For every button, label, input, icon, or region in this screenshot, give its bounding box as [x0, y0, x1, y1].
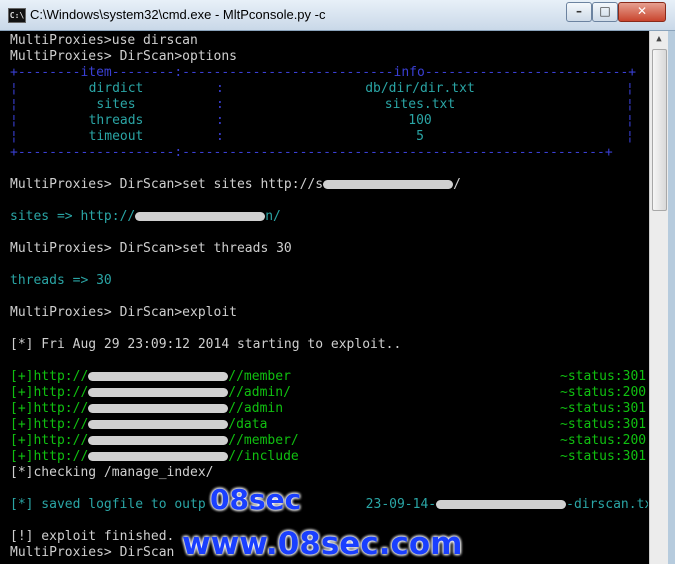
watermark-url: www.08sec.com [182, 526, 463, 562]
option-item: timeout [88, 129, 144, 144]
result-prefix: [+]http:// [10, 417, 89, 432]
option-info: 5 [416, 129, 424, 144]
watermark-logo: 08sec [210, 483, 302, 516]
result-status: ~status:200 [560, 385, 647, 400]
result-status: ~status:301 [560, 401, 647, 416]
cmd-set-sites-text: MultiProxies> DirScan>set sites http://s [10, 177, 324, 192]
saved-head: [*] saved logfile to outp [10, 497, 206, 512]
cmd-set-threads-line: MultiProxies> DirScan>set threads 30 [10, 241, 292, 256]
redacted-host [88, 420, 229, 429]
redacted-host [88, 436, 229, 445]
redacted-host [88, 404, 229, 413]
option-info: db/dir/dir.txt [365, 81, 475, 96]
saved-logfile-line: [*] saved logfile to outp 23-09-14- -dirsc… [10, 497, 648, 513]
vertical-scrollbar[interactable]: ▲ [649, 31, 668, 564]
table-border-right: ¦ [626, 81, 634, 96]
table-border-top: +--------item--------:------------------… [10, 65, 637, 80]
scan-result-row: [+]http:// //admin/ [10, 385, 291, 401]
sites-result-line: sites => http:// n/ [10, 209, 281, 225]
scrollbar-thumb[interactable] [652, 49, 667, 211]
redacted-host [88, 452, 229, 461]
sites-result-text: sites => http:// [10, 209, 136, 224]
table-border-left: ¦ [10, 97, 18, 112]
minimize-button[interactable]: – [566, 2, 592, 22]
redacted-url [135, 212, 266, 221]
result-path: //admin/ [228, 385, 291, 400]
redacted-url [323, 180, 454, 189]
scan-result-row: [+]http:// //member/ [10, 433, 299, 449]
option-info: sites.txt [384, 97, 456, 112]
result-path: //admin [228, 401, 284, 416]
result-prefix: [+]http:// [10, 385, 89, 400]
table-border-bottom: +--------------------:------------------… [10, 145, 613, 160]
last-prompt: MultiProxies> DirScan [10, 545, 175, 560]
result-status: ~status:301 [560, 417, 647, 432]
result-path: //include [228, 449, 299, 464]
scan-result-row: [+]http:// //include [10, 449, 299, 465]
result-status: ~status:301 [560, 369, 647, 384]
option-item: dirdict [88, 81, 144, 96]
result-status: ~status:301 [560, 449, 647, 464]
finished-line: [!] exploit finished. [10, 529, 175, 544]
option-item: threads [88, 113, 144, 128]
redacted-host [88, 372, 229, 381]
cmd-use-line: MultiProxies>use dirscan [10, 33, 198, 48]
cmd-options-line: MultiProxies> DirScan>options [10, 49, 237, 64]
cmd-exploit-line: MultiProxies> DirScan>exploit [10, 305, 237, 320]
console-window: C:\ C:\Windows\system32\cmd.exe - MltPco… [0, 0, 675, 564]
table-border-left: ¦ [10, 81, 18, 96]
table-border-right: ¦ [626, 129, 634, 144]
maximize-button[interactable]: □ [592, 2, 618, 22]
saved-tail: -dirscan.txt [566, 497, 648, 512]
table-separator: : [216, 129, 224, 144]
redacted-host [88, 388, 229, 397]
threads-result-line: threads => 30 [10, 273, 112, 288]
result-prefix: [+]http:// [10, 369, 89, 384]
cmd-set-sites-tail: / [453, 177, 461, 192]
result-prefix: [+]http:// [10, 401, 89, 416]
table-border-right: ¦ [626, 113, 634, 128]
option-info: 100 [408, 113, 432, 128]
scan-result-row: [+]http:// /data [10, 417, 267, 433]
table-separator: : [216, 81, 224, 96]
scan-result-row: [+]http:// //admin [10, 401, 283, 417]
table-separator: : [216, 113, 224, 128]
result-path: /data [228, 417, 268, 432]
table-separator: : [216, 97, 224, 112]
result-prefix: [+]http:// [10, 433, 89, 448]
table-border-left: ¦ [10, 129, 18, 144]
window-frame [668, 31, 675, 564]
table-border-right: ¦ [626, 97, 634, 112]
result-status: ~status:200 [560, 433, 647, 448]
option-item: sites [96, 97, 136, 112]
console-output[interactable]: MultiProxies>use dirscan MultiProxies> D… [0, 31, 648, 564]
result-path: //member [228, 369, 291, 384]
saved-date: 23-09-14- [365, 497, 437, 512]
title-bar[interactable]: C:\ C:\Windows\system32\cmd.exe - MltPco… [0, 0, 675, 31]
cmd-set-sites-line: MultiProxies> DirScan>set sites http://s… [10, 177, 461, 193]
cmd-icon: C:\ [8, 8, 26, 23]
start-message: [*] Fri Aug 29 23:09:12 2014 starting to… [10, 337, 402, 352]
result-path: //member/ [228, 433, 299, 448]
window-title: C:\Windows\system32\cmd.exe - MltPconsol… [30, 7, 326, 22]
scan-result-row: [+]http:// //member [10, 369, 291, 385]
sites-result-tail: n/ [265, 209, 281, 224]
result-prefix: [+]http:// [10, 449, 89, 464]
close-button[interactable]: ✕ [618, 2, 666, 22]
redacted-path [436, 500, 567, 509]
checking-line: [*]checking /manage_index/ [10, 465, 214, 480]
scroll-up-arrow-icon[interactable]: ▲ [650, 31, 668, 47]
table-border-left: ¦ [10, 113, 18, 128]
